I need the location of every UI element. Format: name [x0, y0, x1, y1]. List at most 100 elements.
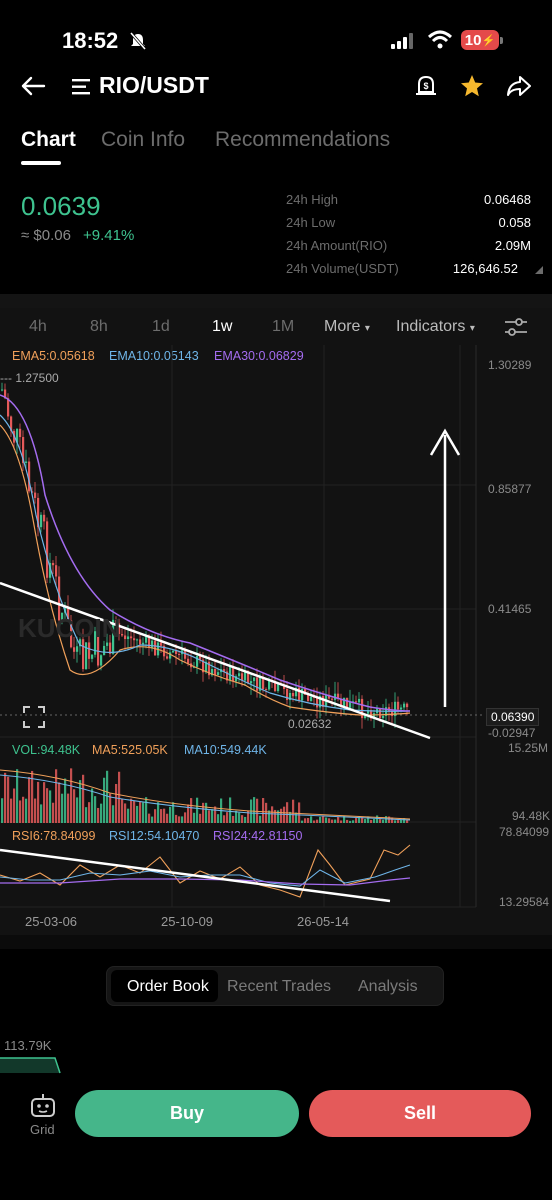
price-axis-3: 0.41465: [488, 602, 532, 616]
candle-body: [403, 703, 406, 708]
indicators-button[interactable]: Indicators ▾: [396, 318, 475, 336]
volume-bar: [73, 789, 76, 823]
volume-bar: [49, 790, 52, 823]
volume-bar: [334, 819, 337, 823]
interval-1m[interactable]: 1M: [272, 318, 294, 336]
battery-cap: [500, 37, 503, 44]
candle-body: [133, 638, 136, 641]
favorite-star-icon[interactable]: [459, 73, 485, 99]
candle-body: [187, 658, 190, 664]
interval-4h[interactable]: 4h: [29, 318, 47, 336]
volume-bar: [400, 820, 403, 823]
candlestick-chart[interactable]: KUCOIN: [0, 345, 552, 935]
volume-bar: [88, 802, 91, 823]
volume-bar: [262, 798, 265, 823]
volume-bar: [346, 819, 349, 823]
volume-bar: [76, 797, 79, 823]
interval-more[interactable]: More ▾: [324, 318, 370, 336]
volume-bar: [229, 797, 232, 823]
candle-body: [43, 514, 46, 522]
tab-coin-info[interactable]: Coin Info: [101, 128, 185, 152]
last-price-tag: 0.06390: [486, 708, 540, 726]
volume-bar: [25, 798, 28, 823]
volume-bar: [253, 797, 256, 823]
volume-bar: [10, 798, 13, 823]
interval-1w[interactable]: 1w: [212, 318, 232, 336]
candle-body: [172, 650, 175, 653]
interval-8h[interactable]: 8h: [90, 318, 108, 336]
tab-recent-trades[interactable]: Recent Trades: [227, 978, 331, 996]
candle-body: [292, 692, 295, 697]
volume-bar: [226, 812, 229, 823]
chart-settings-icon[interactable]: [504, 318, 528, 336]
volume-bar: [178, 816, 181, 823]
vol-axis-high: 15.25M: [508, 741, 549, 755]
candle-body: [406, 703, 409, 708]
volume-bar: [232, 815, 235, 823]
volume-bar: [148, 813, 151, 823]
volume-bar: [292, 799, 295, 823]
stat-value-volume: 126,646.52: [452, 261, 518, 276]
candle-body: [265, 689, 268, 691]
candle-body: [217, 672, 220, 675]
volume-bar: [397, 820, 400, 823]
volume-bar: [1, 798, 4, 823]
volume-bar: [85, 807, 88, 823]
volume-bar: [181, 816, 184, 823]
interval-1d[interactable]: 1d: [152, 318, 170, 336]
candle-body: [103, 645, 106, 656]
share-icon[interactable]: [506, 74, 532, 98]
volume-bar: [325, 817, 328, 823]
volume-bar: [37, 781, 40, 823]
candle-body: [400, 707, 403, 710]
candle-body: [397, 701, 400, 710]
volume-bar: [115, 783, 118, 823]
candle-body: [160, 642, 163, 646]
volume-bar: [145, 797, 148, 823]
grid-bot-icon[interactable]: [29, 1093, 57, 1119]
volume-bar: [7, 776, 10, 823]
volume-bar: [118, 771, 121, 823]
volume-bar: [349, 820, 352, 823]
tab-recommendations[interactable]: Recommendations: [215, 128, 390, 152]
pair-title[interactable]: RIO/USDT: [99, 72, 209, 99]
tab-order-book[interactable]: Order Book: [127, 978, 209, 996]
volume-bar: [208, 810, 211, 823]
high-marker: --- 1.27500: [0, 371, 59, 385]
menu-icon[interactable]: [72, 78, 92, 96]
candle-body: [196, 655, 199, 667]
buy-button[interactable]: Buy: [75, 1090, 299, 1137]
back-arrow-icon[interactable]: [20, 75, 46, 97]
volume-bar: [103, 777, 106, 823]
sell-button[interactable]: Sell: [309, 1090, 531, 1137]
volume-bar: [328, 818, 331, 823]
volume-bar: [337, 816, 340, 823]
price-alert-icon[interactable]: $: [414, 73, 438, 99]
fullscreen-icon[interactable]: [23, 706, 45, 728]
volume-bar: [28, 777, 31, 823]
vol-axis-low: 94.48K: [512, 809, 551, 823]
volume-bar: [355, 818, 358, 823]
candle-body: [178, 654, 181, 656]
volume-bar: [310, 816, 313, 823]
tab-analysis[interactable]: Analysis: [358, 978, 418, 996]
grid-label[interactable]: Grid: [30, 1122, 55, 1137]
volume-bar: [379, 819, 382, 823]
volume-bar: [340, 820, 343, 823]
watermark-logo: KUCOIN: [18, 613, 121, 643]
candle-body: [355, 701, 358, 703]
candle-body: [310, 696, 313, 702]
volume-bar: [331, 819, 334, 823]
candle-body: [379, 707, 382, 719]
volume-bar: [394, 820, 397, 823]
candle-body: [358, 698, 361, 703]
candle-body: [55, 565, 58, 577]
candle-body: [184, 650, 187, 659]
tab-chart[interactable]: Chart: [21, 128, 76, 152]
volume-bar: [211, 809, 214, 823]
volume-bar: [43, 782, 46, 823]
candle-body: [46, 521, 49, 578]
volume-bar: [265, 802, 268, 823]
date-label-2: 25-10-09: [161, 914, 214, 929]
candle-body: [256, 677, 259, 691]
